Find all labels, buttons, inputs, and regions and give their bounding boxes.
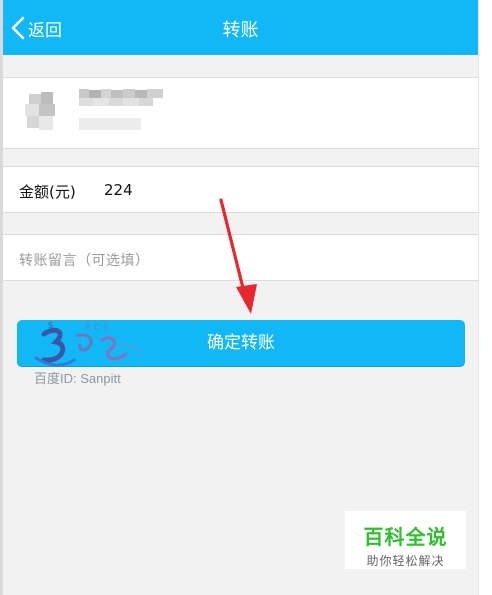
watermark-letter-3: C [94,323,100,332]
right-frame-edge [478,0,492,595]
badge-subtitle: 助你轻松解决 [366,554,445,568]
amount-row[interactable]: 金额(元) 224 [3,166,478,213]
watermark-letter-1: S [48,321,53,330]
watermark-logo: S P C S [34,321,143,367]
watermark-text: 百度ID: Sanpitt [34,371,121,386]
header-bar: 返回 转账 [3,0,478,55]
amount-input[interactable]: 224 [104,181,133,199]
note-input[interactable]: 转账留言（可选填） [19,250,150,270]
badge-title: 百科全说 [363,525,448,549]
recipient-card[interactable] [3,77,478,149]
amount-label: 金额(元) [19,183,76,201]
avatar [23,88,59,134]
baike-badge: 百科全说 助你轻松解决 [345,511,466,569]
watermark-letter-2: P [85,323,90,332]
note-row[interactable]: 转账留言（可选填） [3,234,478,281]
watermark-letter-4: S [103,323,108,332]
page-title: 转账 [222,20,259,41]
